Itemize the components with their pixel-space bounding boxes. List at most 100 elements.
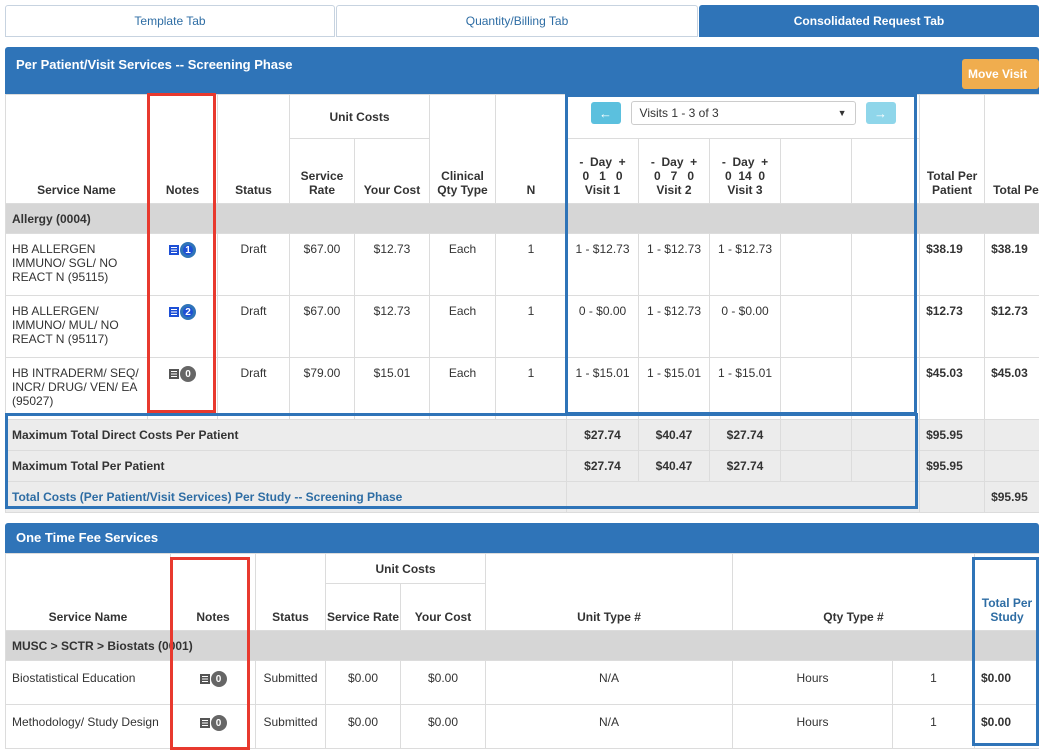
- status: Submitted: [255, 704, 326, 749]
- notes-button[interactable]: 0: [199, 715, 227, 731]
- visit-3-header: - Day + 0 14 0 Visit 3: [709, 138, 781, 204]
- visit-2-total: $40.47: [638, 419, 710, 451]
- total-per-study: $45.03: [984, 357, 1039, 420]
- empty-cell: [850, 295, 921, 358]
- panel-title: One Time Fee Services: [16, 530, 159, 545]
- status: Draft: [217, 233, 290, 296]
- qty-value: 1: [892, 660, 975, 705]
- summary-label: Maximum Total Direct Costs Per Patient: [5, 419, 567, 451]
- visit-1-total: $27.74: [566, 450, 639, 482]
- visit-navigation: ← Visits 1 - 3 of 3 ▼ →: [565, 94, 921, 139]
- qty-value: 1: [892, 704, 975, 749]
- move-visit-button[interactable]: Move Visit: [962, 59, 1039, 89]
- visit-1-value[interactable]: 1 - $15.01: [566, 357, 639, 420]
- document-icon: [199, 674, 210, 684]
- total-per-patient: $95.95: [919, 419, 986, 451]
- visit-2-value[interactable]: 1 - $12.73: [638, 233, 710, 296]
- n-value: 1: [495, 295, 567, 358]
- visit-select-value: Visits 1 - 3 of 3: [639, 106, 719, 120]
- visit-3-value[interactable]: 0 - $0.00: [709, 295, 781, 358]
- total-per-study: $0.00: [974, 704, 1039, 749]
- notes-cell: 2: [147, 295, 218, 358]
- table-row: HB INTRADERM/ SEQ/ INCR/ DRUG/ VEN/ EA (…: [5, 357, 1039, 420]
- clinical-qty-type: Each: [429, 357, 496, 420]
- status: Draft: [217, 357, 290, 420]
- total-per-patient: $95.95: [919, 450, 986, 482]
- per-patient-table: Service Name Notes Status Unit Costs Cli…: [4, 94, 1039, 513]
- study-total-label[interactable]: Total Costs (Per Patient/Visit Services)…: [7, 490, 402, 504]
- document-icon: [169, 245, 179, 255]
- service-name: HB INTRADERM/ SEQ/ INCR/ DRUG/ VEN/ EA (…: [5, 357, 148, 420]
- group-row: Allergy (0004): [4, 203, 1039, 234]
- notes-button[interactable]: 2: [169, 304, 196, 320]
- visit-1-day-control[interactable]: - Day + 0 1 0: [568, 155, 638, 183]
- clinical-qty-type: Each: [429, 233, 496, 296]
- qty-type: Hours: [732, 660, 893, 705]
- col-service-name: Service Name: [5, 94, 148, 204]
- notes-cell: 0: [147, 357, 218, 420]
- col-clinical-qty: Clinical Qty Type: [429, 94, 496, 204]
- notes-cell: 1: [147, 233, 218, 296]
- visit-3-value[interactable]: 1 - $12.73: [709, 233, 781, 296]
- tab-template[interactable]: Template Tab: [5, 5, 335, 37]
- unit-type: N/A: [485, 704, 733, 749]
- total-per-study: $38.19: [984, 233, 1039, 296]
- summary-row: Maximum Total Direct Costs Per Patient $…: [5, 419, 1039, 451]
- col-total-per-patient: Total Per Patient: [919, 94, 986, 204]
- your-cost: $12.73: [354, 295, 430, 358]
- table-row: HB ALLERGEN IMMUNO/ SGL/ NO REACT N (951…: [5, 233, 1039, 296]
- next-visit-button[interactable]: →: [865, 102, 896, 124]
- visit-3-value[interactable]: 1 - $15.01: [709, 357, 781, 420]
- notes-count-badge: 2: [180, 304, 196, 320]
- per-patient-panel-header: Per Patient/Visit Services -- Screening …: [5, 47, 1039, 94]
- table-row: Biostatistical Education 0 Submitted $0.…: [5, 660, 1039, 705]
- study-total-value: $95.95: [984, 481, 1039, 513]
- notes-button[interactable]: 0: [169, 366, 196, 382]
- study-total-row: Total Costs (Per Patient/Visit Services)…: [5, 481, 1039, 513]
- total-per-patient: $45.03: [919, 357, 986, 420]
- group-label: Allergy (0004): [4, 203, 1039, 234]
- total-per-study: [984, 419, 1039, 451]
- notes-count-badge: 0: [210, 715, 227, 731]
- empty-cell: [850, 419, 921, 451]
- empty-cell: [780, 419, 852, 451]
- prev-visit-button[interactable]: ←: [590, 102, 621, 124]
- visit-2-value[interactable]: 1 - $15.01: [638, 357, 710, 420]
- document-icon: [169, 369, 179, 379]
- n-value: 1: [495, 233, 567, 296]
- visit-select-dropdown[interactable]: Visits 1 - 3 of 3 ▼: [630, 101, 856, 125]
- visit-1-value[interactable]: 1 - $12.73: [566, 233, 639, 296]
- col-status: Status: [217, 94, 290, 204]
- col-your-cost: Your Cost: [400, 583, 486, 631]
- col-total-per-study: Total Per Study: [984, 94, 1039, 204]
- service-rate: $0.00: [325, 660, 401, 705]
- empty-cell: [850, 450, 921, 482]
- tab-quantity-billing[interactable]: Quantity/Billing Tab: [336, 5, 698, 37]
- visit-1-header: - Day + 0 1 0 Visit 1: [566, 138, 639, 204]
- tab-consolidated-request[interactable]: Consolidated Request Tab: [699, 5, 1039, 37]
- col-total-per-study: Total Per Study: [974, 553, 1039, 631]
- empty-cell: [780, 357, 852, 420]
- summary-label: Maximum Total Per Patient: [5, 450, 567, 482]
- empty-cell: [850, 233, 921, 296]
- visit-3-day-control[interactable]: - Day + 0 14 0: [711, 155, 780, 183]
- document-icon: [169, 307, 179, 317]
- empty-cell: [565, 481, 921, 513]
- service-name: Methodology/ Study Design: [5, 704, 171, 749]
- service-name: HB ALLERGEN IMMUNO/ SGL/ NO REACT N (951…: [5, 233, 148, 296]
- service-name: Biostatistical Education: [5, 660, 171, 705]
- visit-2-value[interactable]: 1 - $12.73: [638, 295, 710, 358]
- service-name: HB ALLERGEN/ IMMUNO/ MUL/ NO REACT N (95…: [5, 295, 148, 358]
- your-cost: $15.01: [354, 357, 430, 420]
- empty-cell: [780, 450, 852, 482]
- empty-cell: [780, 233, 852, 296]
- col-n: N: [495, 94, 567, 204]
- visit-2-day-control[interactable]: - Day + 0 7 0: [640, 155, 709, 183]
- visit-1-value[interactable]: 0 - $0.00: [566, 295, 639, 358]
- study-total-link[interactable]: Total Costs (Per Patient/Visit Services)…: [5, 481, 567, 513]
- notes-button[interactable]: 0: [199, 671, 227, 687]
- clinical-qty-type: Each: [429, 295, 496, 358]
- notes-cell: 0: [170, 704, 256, 749]
- notes-button[interactable]: 1: [169, 242, 196, 258]
- group-row: MUSC > SCTR > Biostats (0001): [5, 630, 1039, 661]
